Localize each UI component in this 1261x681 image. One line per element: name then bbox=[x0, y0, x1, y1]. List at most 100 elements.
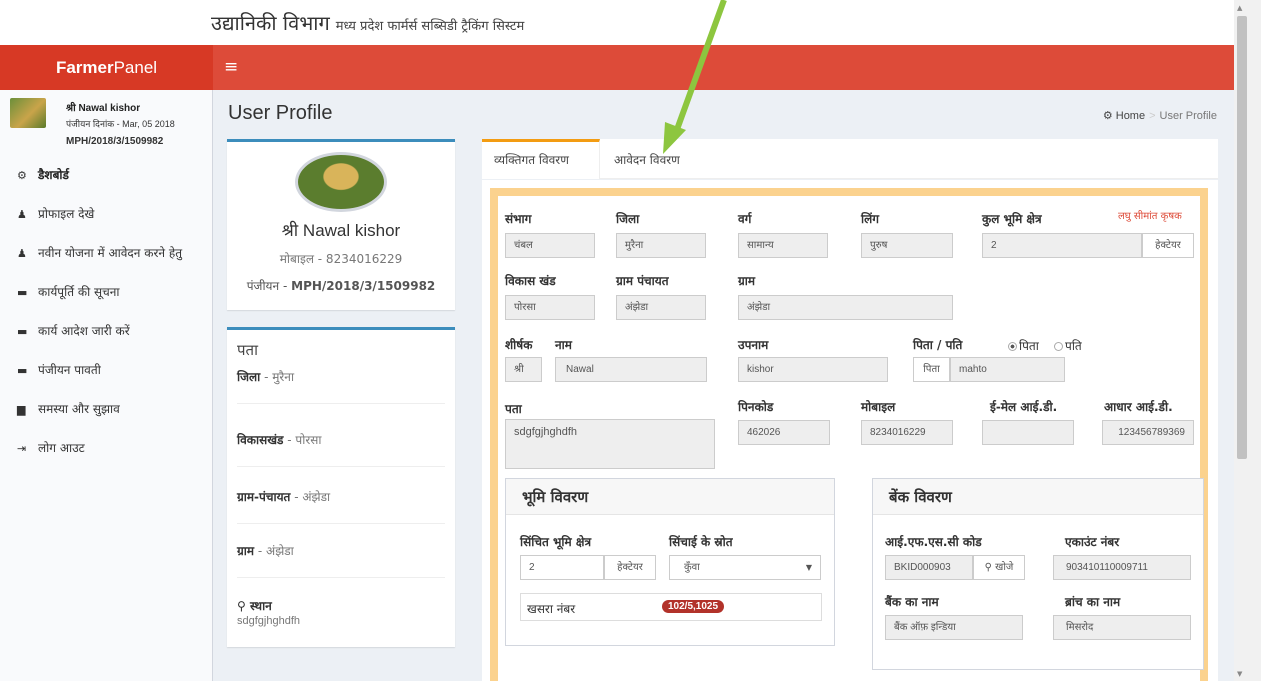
sidebar-item-registration-receipt[interactable]: ▬ पंजीयन पावती bbox=[0, 351, 212, 390]
account-number-field[interactable]: 903410110009711 bbox=[1053, 555, 1191, 580]
email-field[interactable] bbox=[982, 420, 1074, 445]
address-panchayat: ग्राम-पंचायत - अंझेडा bbox=[237, 488, 445, 524]
mobile-field[interactable]: 8234016229 bbox=[861, 420, 953, 445]
map-marker-icon: ⚲ bbox=[237, 599, 250, 613]
place-label-text: स्थान bbox=[249, 599, 272, 613]
mobile-label: मोबाइल bbox=[861, 400, 896, 414]
sidebar: श्री Nawal kishor पंजीयन दिनांक - Mar, 0… bbox=[0, 90, 213, 681]
bar-chart-icon: ▆ bbox=[17, 403, 26, 416]
village-field[interactable]: अंझेडा bbox=[738, 295, 953, 320]
department-title: उद्यानिकी विभाग मध्य प्रदेश फार्मर्स सब्स… bbox=[211, 9, 524, 36]
division-label: संभाग bbox=[505, 212, 532, 226]
scroll-up-icon[interactable]: ▲ bbox=[1237, 4, 1242, 12]
land-details-box: भूमि विवरण सिंचित भूमि क्षेत्र 2 हेक्टेय… bbox=[505, 478, 835, 646]
profile-reg-label: पंजीयन - bbox=[246, 279, 292, 293]
title-label: शीर्षक bbox=[505, 338, 533, 352]
logo-rest: Panel bbox=[113, 58, 158, 77]
page-title: User Profile bbox=[228, 102, 333, 124]
address-label: जिला bbox=[237, 370, 261, 384]
aadhar-label: आधार आई.डी. bbox=[1104, 400, 1173, 414]
logout-icon: ⇥ bbox=[17, 442, 27, 455]
name-label: नाम bbox=[555, 338, 572, 352]
dashboard-icon: ⚙ bbox=[17, 169, 27, 182]
tab-personal-details[interactable]: व्यक्तिगत विवरण bbox=[482, 139, 600, 179]
pincode-label: पिनकोड bbox=[738, 400, 774, 414]
address-block: विकासखंड - पोरसा bbox=[237, 431, 445, 467]
irrigation-source-value: कुँवा bbox=[684, 562, 700, 573]
panchayat-label: ग्राम पंचायत bbox=[616, 274, 669, 288]
surname-field[interactable]: kishor bbox=[738, 357, 888, 382]
ifsc-field[interactable]: BKID000903 bbox=[885, 555, 973, 580]
app-logo[interactable]: FarmerPanel bbox=[0, 45, 213, 90]
user-panel: श्री Nawal kishor पंजीयन दिनांक - Mar, 0… bbox=[0, 90, 212, 156]
sidebar-item-feedback[interactable]: ▆ समस्या और सुझाव bbox=[0, 390, 212, 429]
registration-date: पंजीयन दिनांक - Mar, 05 2018 bbox=[66, 119, 175, 129]
address-field-label: पता bbox=[505, 402, 522, 416]
address-value: - मुरैना bbox=[260, 370, 295, 384]
breadcrumb-separator: > bbox=[1149, 110, 1156, 122]
land-unit-addon: हेक्टेयर bbox=[1142, 233, 1194, 258]
aadhar-field[interactable]: 123456789369 bbox=[1102, 420, 1194, 445]
village-label: ग्राम bbox=[738, 274, 756, 288]
sidebar-item-completion-notice[interactable]: ▬ कार्यपूर्ति की सूचना bbox=[0, 273, 212, 312]
address-textarea[interactable]: sdgfgjhghdfh bbox=[505, 419, 715, 469]
sidebar-item-label: लोग आउट bbox=[38, 441, 85, 455]
logo-bold: Farmer bbox=[55, 58, 114, 77]
name-field[interactable]: Nawal bbox=[555, 357, 707, 382]
hamburger-icon[interactable]: ≡ bbox=[224, 57, 238, 77]
user-icon: ♟ bbox=[17, 208, 27, 221]
irrigated-area-field[interactable]: 2 bbox=[520, 555, 604, 580]
sidebar-item-label: कार्य आदेश जारी करें bbox=[38, 324, 130, 338]
sidebar-item-dashboard[interactable]: ⚙ डैशबोर्ड bbox=[0, 156, 212, 195]
bank-details-title: बेंक विवरण bbox=[873, 479, 1203, 515]
ifsc-search-button[interactable]: ⚲ खोजे bbox=[973, 555, 1025, 580]
district-field[interactable]: मुरैना bbox=[616, 233, 706, 258]
category-label: वर्ग bbox=[738, 212, 752, 226]
address-label: ग्राम bbox=[237, 544, 255, 558]
sidebar-item-work-order[interactable]: ▬ कार्य आदेश जारी करें bbox=[0, 312, 212, 351]
radio-husband[interactable]: पति bbox=[1054, 337, 1082, 354]
sidebar-item-logout[interactable]: ⇥ लोग आउट bbox=[0, 429, 212, 468]
bank-name-field[interactable]: बैंक ऑफ़ इन्डिया bbox=[885, 615, 1023, 640]
pincode-field[interactable]: 462026 bbox=[738, 420, 830, 445]
registration-number: MPH/2018/3/1509982 bbox=[66, 136, 164, 147]
department-title-sub: मध्य प्रदेश फार्मर्स सब्सिडी ट्रैकिंग सि… bbox=[335, 19, 525, 34]
irrigation-source-select[interactable]: कुँवा ▼ bbox=[669, 555, 821, 580]
scrollbar-thumb[interactable] bbox=[1237, 16, 1247, 459]
top-title-bar: उद्यानिकी विभाग मध्य प्रदेश फार्मर्स सब्स… bbox=[0, 0, 1234, 45]
address-value: - अंझेडा bbox=[254, 544, 294, 558]
breadcrumb: ⚙ Home > User Profile bbox=[1103, 109, 1217, 122]
category-field[interactable]: सामान्य bbox=[738, 233, 828, 258]
sidebar-item-apply-scheme[interactable]: ♟ नवीन योजना में आवेदन करने हेतु bbox=[0, 234, 212, 273]
father-name-field[interactable]: mahto bbox=[950, 357, 1065, 382]
title-field[interactable]: श्री bbox=[505, 357, 542, 382]
total-land-field[interactable]: 2 bbox=[982, 233, 1142, 258]
block-field[interactable]: पोरसा bbox=[505, 295, 595, 320]
sidebar-item-label: कार्यपूर्ति की सूचना bbox=[38, 285, 120, 299]
profile-card: श्री Nawal kishor मोबाइल - 8234016229 पं… bbox=[227, 139, 455, 310]
irrigated-unit-addon: हेक्टेयर bbox=[604, 555, 656, 580]
main-header: FarmerPanel ≡ bbox=[0, 45, 1234, 90]
branch-name-field[interactable]: मिसरोद bbox=[1053, 615, 1191, 640]
sidebar-item-label: पंजीयन पावती bbox=[38, 363, 101, 377]
khasra-row: खसरा नंबर 102/5,1025 bbox=[520, 593, 822, 621]
radio-father[interactable]: पिता bbox=[1008, 337, 1039, 354]
division-field[interactable]: चंबल bbox=[505, 233, 595, 258]
user-name: श्री Nawal kishor bbox=[66, 103, 141, 114]
gender-field[interactable]: पुरुष bbox=[861, 233, 953, 258]
ifsc-label: आई.एफ.एस.सी कोड bbox=[885, 535, 982, 549]
panchayat-field[interactable]: अंझेडा bbox=[616, 295, 706, 320]
tab-application-details[interactable]: आवेदन विवरण bbox=[602, 139, 692, 179]
dashboard-icon: ⚙ bbox=[1102, 110, 1116, 122]
land-details-title: भूमि विवरण bbox=[506, 479, 834, 515]
address-value: - अंझेडा bbox=[290, 490, 331, 504]
sidebar-item-label: समस्या और सुझाव bbox=[38, 402, 120, 416]
radio-dot bbox=[1008, 342, 1017, 351]
sidebar-item-view-profile[interactable]: ♟ प्रोफाइल देखे bbox=[0, 195, 212, 234]
chevron-down-icon: ▼ bbox=[805, 563, 812, 572]
address-label: विकासखंड bbox=[237, 433, 284, 447]
breadcrumb-home[interactable]: Home bbox=[1116, 110, 1145, 122]
bank-name-label: बैंक का नाम bbox=[885, 595, 939, 609]
scroll-down-icon[interactable]: ▼ bbox=[1237, 670, 1242, 678]
farmer-type-hint: लघु सीमांत कृषक bbox=[1118, 211, 1182, 222]
